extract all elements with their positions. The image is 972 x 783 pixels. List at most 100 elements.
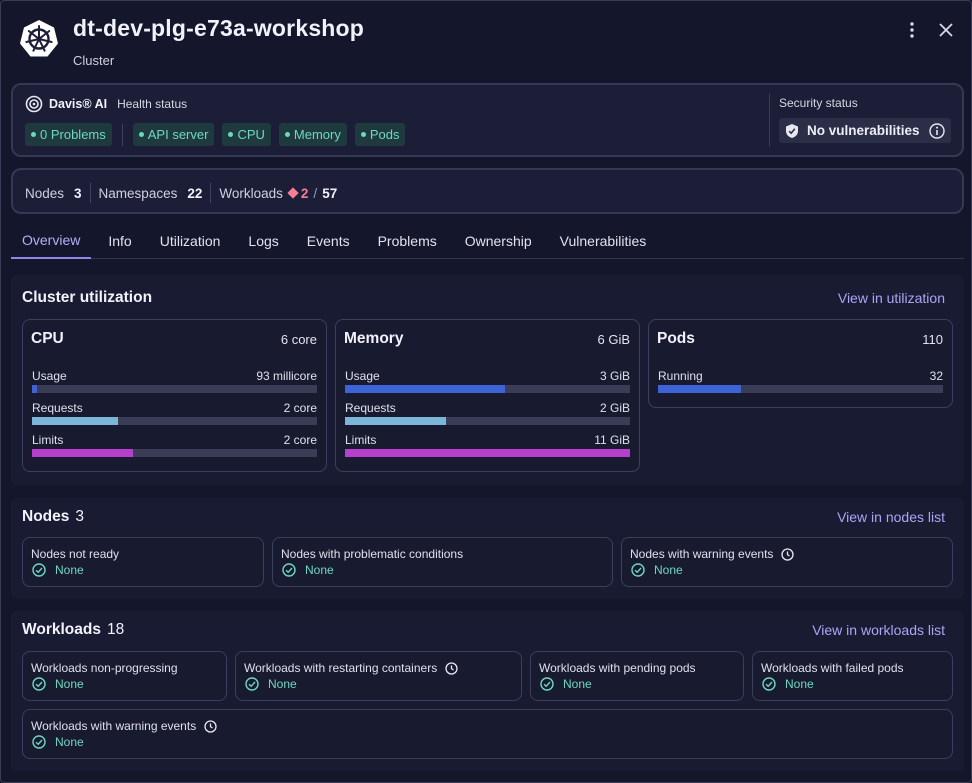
usage-bar xyxy=(32,385,317,393)
problems-chip[interactable]: 0 Problems xyxy=(25,123,112,146)
close-button[interactable] xyxy=(933,17,959,43)
bar-fill xyxy=(32,385,37,393)
tab-ownership[interactable]: Ownership xyxy=(454,223,543,259)
limits-bar xyxy=(32,449,317,457)
tile-label: Nodes not ready xyxy=(31,547,119,561)
pods-metric-card: Pods 110 Running 32 xyxy=(648,319,953,408)
metric-total: 6 GiB xyxy=(597,332,630,347)
pods-chip[interactable]: Pods xyxy=(354,123,406,146)
row-label: Usage xyxy=(32,369,67,383)
metric-name: Memory xyxy=(344,330,404,347)
metric-name: CPU xyxy=(31,330,64,347)
check-circle-icon xyxy=(631,563,645,577)
kubernetes-icon xyxy=(20,20,58,57)
panel-header: dt-dev-plg-e73a-workshop Cluster xyxy=(17,15,955,71)
status-dot-icon xyxy=(284,132,290,137)
davis-ai-icon xyxy=(25,95,43,113)
tile-label-text: Workloads with warning events xyxy=(31,719,197,733)
nodes-not-ready-tile[interactable]: Nodes not ready None xyxy=(22,537,264,587)
cpu-metric-card: CPU 6 core Usage 93 millicore Requests 2… xyxy=(22,319,327,472)
section-title: Nodes 3 xyxy=(22,508,84,526)
tile-value-text: None xyxy=(563,677,592,691)
section-title: Workloads 18 xyxy=(22,621,124,639)
tab-overview[interactable]: Overview xyxy=(11,223,92,259)
view-in-utilization-link[interactable]: View in utilization xyxy=(838,290,945,306)
more-options-button[interactable] xyxy=(899,17,925,43)
health-chips: 0 Problems API server CPU Memory Pods xyxy=(25,123,406,146)
tile-value: None xyxy=(762,677,814,691)
workloads-failed-pods-tile[interactable]: Workloads with failed pods None xyxy=(752,651,953,701)
davis-name: Davis® AI xyxy=(49,97,108,111)
row-label: Usage xyxy=(345,369,380,383)
info-icon[interactable] xyxy=(929,122,945,139)
tile-label: Workloads with restarting containers xyxy=(244,661,458,675)
health-status-card: Davis® AI Health status 0 Problems API s… xyxy=(11,83,964,157)
clock-icon xyxy=(204,719,217,733)
workloads-count-label: Workloads xyxy=(219,185,283,201)
tile-label-text: Workloads with pending pods xyxy=(539,661,696,675)
workloads-warning-value: 2 xyxy=(300,185,309,201)
row-value: 93 millicore xyxy=(256,369,317,383)
tile-value: None xyxy=(32,563,84,577)
tile-label: Workloads with warning events xyxy=(31,719,217,733)
workloads-restarting-containers-tile[interactable]: Workloads with restarting containers Non… xyxy=(235,651,522,701)
davis-header: Davis® AI Health status xyxy=(25,95,187,113)
clock-icon xyxy=(781,547,795,561)
row-label: Limits xyxy=(345,433,377,447)
tile-label: Workloads with pending pods xyxy=(539,661,696,675)
tab-vulnerabilities[interactable]: Vulnerabilities xyxy=(549,223,658,259)
section-title: Cluster utilization xyxy=(22,289,153,306)
security-status-label: Security status xyxy=(779,96,858,110)
nodes-title: Nodes xyxy=(22,508,70,525)
count-slash: / xyxy=(313,185,318,201)
workloads-pending-pods-tile[interactable]: Workloads with pending pods None xyxy=(530,651,744,701)
memory-metric-card: Memory 6 GiB Usage 3 GiB Requests 2 GiB … xyxy=(335,319,640,472)
metric-name: Pods xyxy=(657,330,695,347)
tab-logs[interactable]: Logs xyxy=(237,223,289,259)
bar-fill xyxy=(658,385,741,393)
workloads-warning-count[interactable]: 2 xyxy=(287,185,309,201)
tile-value: None xyxy=(32,677,84,691)
bar-fill xyxy=(345,449,630,457)
tile-label: Nodes with problematic conditions xyxy=(281,547,463,561)
page-title: dt-dev-plg-e73a-workshop xyxy=(73,15,365,41)
workloads-warning-events-tile[interactable]: Workloads with warning events None xyxy=(22,709,953,759)
running-bar xyxy=(658,385,943,393)
tile-label-text: Workloads with failed pods xyxy=(761,661,904,675)
tab-bar: Overview Info Utilization Logs Events Pr… xyxy=(11,223,964,259)
tab-problems[interactable]: Problems xyxy=(367,223,448,259)
tile-value-text: None xyxy=(305,563,334,577)
security-status-value: No vulnerabilities xyxy=(807,123,920,138)
cpu-chip[interactable]: CPU xyxy=(222,123,271,146)
tab-info[interactable]: Info xyxy=(97,223,142,259)
row-label: Requests xyxy=(32,401,83,415)
vertical-dots-icon xyxy=(910,22,914,38)
row-value: 2 core xyxy=(283,401,317,415)
memory-chip[interactable]: Memory xyxy=(278,123,347,146)
check-circle-icon xyxy=(540,677,554,691)
view-in-workloads-list-link[interactable]: View in workloads list xyxy=(812,622,945,638)
tile-label-text: Workloads with restarting containers xyxy=(244,661,438,675)
workloads-count: 18 xyxy=(106,621,125,638)
tile-value-text: None xyxy=(785,677,814,691)
check-circle-icon xyxy=(762,677,776,691)
count-divider xyxy=(89,183,91,203)
status-dot-icon xyxy=(360,132,366,137)
tile-value-text: None xyxy=(55,677,84,691)
workloads-non-progressing-tile[interactable]: Workloads non-progressing None xyxy=(22,651,227,701)
nodes-warning-events-tile[interactable]: Nodes with warning events None xyxy=(621,537,953,587)
api-server-chip[interactable]: API server xyxy=(132,123,215,146)
tab-events[interactable]: Events xyxy=(296,223,361,259)
workloads-title: Workloads xyxy=(22,621,101,638)
view-in-nodes-list-link[interactable]: View in nodes list xyxy=(837,509,945,525)
tile-value-text: None xyxy=(268,677,297,691)
metric-total: 6 core xyxy=(280,332,317,347)
tile-value: None xyxy=(32,735,84,749)
requests-bar xyxy=(345,417,630,425)
row-label: Limits xyxy=(32,433,64,447)
tab-utilization[interactable]: Utilization xyxy=(149,223,232,259)
tile-value-text: None xyxy=(55,563,84,577)
nodes-problematic-conditions-tile[interactable]: Nodes with problematic conditions None xyxy=(272,537,613,587)
security-status-badge[interactable]: No vulnerabilities xyxy=(779,118,951,143)
chip-divider xyxy=(121,123,123,146)
